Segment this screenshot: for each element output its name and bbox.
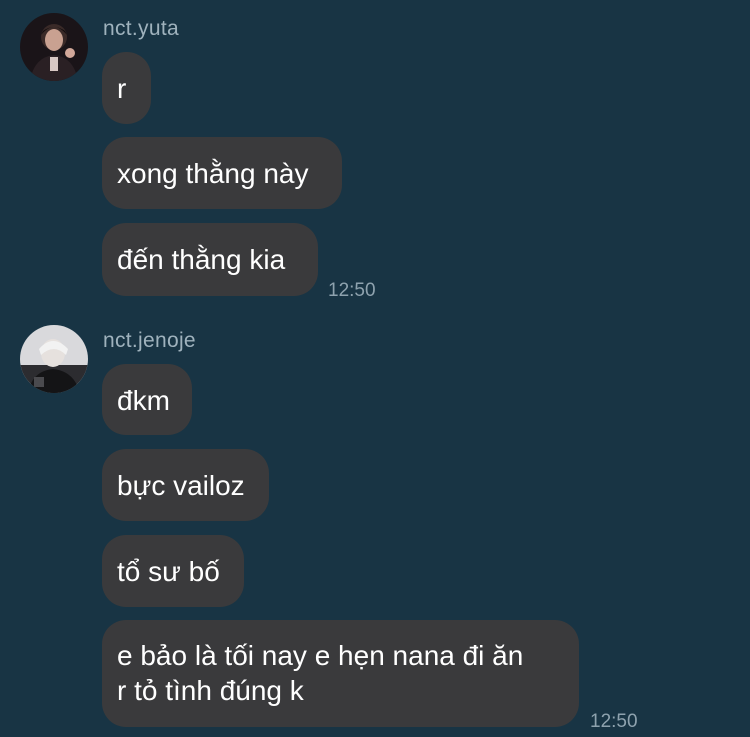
avatar-nct-yuta[interactable] xyxy=(20,13,88,81)
message-bubble[interactable]: e bảo là tối nay e hẹn nana đi ăn r tỏ t… xyxy=(102,620,579,727)
profile-photo-icon xyxy=(20,325,88,393)
message-bubble[interactable]: bực vailoz xyxy=(102,449,269,521)
message-timestamp: 12:50 xyxy=(328,280,376,301)
message-bubble[interactable]: r xyxy=(102,52,151,124)
message-bubble[interactable]: đkm xyxy=(102,364,192,435)
message-timestamp: 12:50 xyxy=(590,711,638,732)
message-bubble[interactable]: đến thằng kia xyxy=(102,223,318,296)
sender-name: nct.jenoje xyxy=(103,329,196,352)
avatar-nct-jenoje[interactable] xyxy=(20,325,88,393)
profile-photo-icon xyxy=(20,13,88,81)
sender-name: nct.yuta xyxy=(103,17,179,40)
message-bubble[interactable]: tổ sư bố xyxy=(102,535,244,607)
message-bubble[interactable]: xong thằng này xyxy=(102,137,342,209)
